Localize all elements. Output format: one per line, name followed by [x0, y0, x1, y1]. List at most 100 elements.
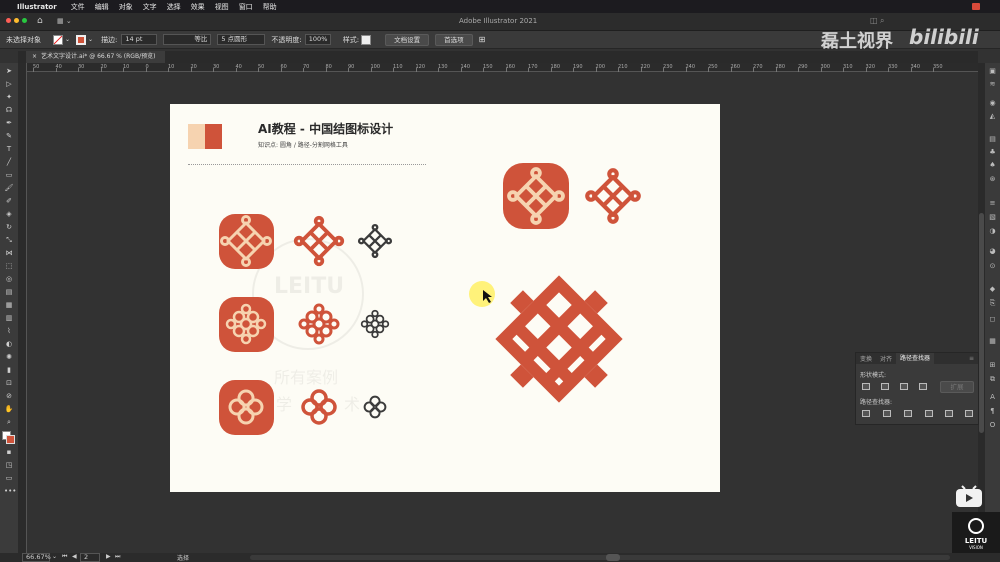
- canvas[interactable]: AI教程 - 中国结图标设计 知识点: 圆角 / 路径-分割网格工具 LEITU…: [28, 73, 978, 553]
- gradient-tool-icon[interactable]: ▥: [4, 314, 14, 323]
- pathfinder-icon[interactable]: ⧉: [988, 375, 997, 383]
- image-trace-icon[interactable]: ◕: [988, 247, 997, 255]
- layers-icon[interactable]: ≋: [988, 80, 997, 88]
- symbols-icon[interactable]: ♣: [988, 148, 997, 156]
- color-panel-icon[interactable]: ◉: [988, 99, 997, 107]
- menu-window[interactable]: 窗口: [239, 2, 253, 12]
- asset-export-icon[interactable]: ⊙: [988, 262, 997, 270]
- curvature-tool-icon[interactable]: ✎: [4, 132, 14, 141]
- hand-tool-icon[interactable]: ✋: [4, 405, 14, 414]
- mesh-tool-icon[interactable]: ▦: [4, 301, 14, 310]
- type-tool-icon[interactable]: T: [4, 145, 14, 154]
- first-artboard-icon[interactable]: ⏮: [62, 553, 67, 561]
- panel-menu-icon[interactable]: ≡: [965, 355, 978, 362]
- fill-swatch[interactable]: ⌄: [53, 34, 70, 46]
- artboard-number-field[interactable]: 2: [80, 553, 100, 562]
- width-tool-icon[interactable]: ⋈: [4, 249, 14, 258]
- screen-mode-icon[interactable]: ▭: [4, 474, 14, 483]
- links-icon[interactable]: ◻: [988, 315, 997, 323]
- window-minimize-button[interactable]: [14, 18, 19, 23]
- expand-button[interactable]: 扩展: [940, 381, 974, 393]
- opentype-icon[interactable]: O: [988, 421, 997, 429]
- appearance-icon[interactable]: ⊛: [988, 175, 997, 183]
- search-icon[interactable]: ⌕: [880, 16, 884, 26]
- minus-back-button[interactable]: [965, 410, 973, 417]
- shaper-tool-icon[interactable]: ✐: [4, 197, 14, 206]
- stroke-panel-icon[interactable]: ≡: [988, 199, 997, 207]
- scale-tool-icon[interactable]: ⤡: [4, 236, 14, 245]
- horizontal-scroll-thumb[interactable]: [606, 554, 620, 561]
- tab-pathfinder[interactable]: 路径查找器: [896, 353, 935, 364]
- graphic-styles-icon[interactable]: ♠: [988, 161, 997, 169]
- draw-mode-icon[interactable]: ◳: [4, 461, 14, 470]
- properties-panel-icon[interactable]: ▣: [988, 67, 997, 75]
- menu-help[interactable]: 帮助: [263, 2, 277, 12]
- opacity-field[interactable]: 100%: [304, 34, 331, 45]
- window-close-button[interactable]: [6, 18, 11, 23]
- stroke-color-icon[interactable]: [6, 435, 15, 444]
- minus-front-button[interactable]: [881, 383, 889, 390]
- zoom-tool-icon[interactable]: ⌕: [4, 418, 14, 427]
- character-icon[interactable]: A: [988, 393, 997, 401]
- slice-tool-icon[interactable]: ⊘: [4, 392, 14, 401]
- edit-toolbar-icon[interactable]: •••: [4, 487, 16, 496]
- blend-tool-icon[interactable]: ◐: [4, 340, 14, 349]
- close-tab-icon[interactable]: ×: [32, 53, 37, 60]
- libraries-icon[interactable]: ◆: [988, 285, 997, 293]
- brush-definition[interactable]: 5 点圆形: [217, 34, 266, 45]
- align-options-icon[interactable]: ⊞: [479, 34, 486, 46]
- stroke-swatch[interactable]: ⌄: [76, 34, 93, 46]
- direct-selection-tool-icon[interactable]: ▷: [4, 80, 14, 89]
- transform-icon[interactable]: ▦: [988, 337, 997, 345]
- exclude-button[interactable]: [919, 383, 927, 390]
- color-mode-icon[interactable]: ▪: [4, 448, 14, 457]
- artboard-tool-icon[interactable]: ⊡: [4, 379, 14, 388]
- vertical-scrollbar[interactable]: [978, 63, 985, 553]
- next-artboard-icon[interactable]: ▶: [106, 553, 111, 560]
- gradient-panel-icon[interactable]: ▧: [988, 213, 997, 221]
- column-graph-tool-icon[interactable]: ▮: [4, 366, 14, 375]
- intersect-button[interactable]: [900, 383, 908, 390]
- symbol-sprayer-tool-icon[interactable]: ✺: [4, 353, 14, 362]
- preferences-button[interactable]: 首选项: [435, 33, 473, 46]
- trim-button[interactable]: [883, 410, 891, 417]
- divide-button[interactable]: [862, 410, 870, 417]
- prev-artboard-icon[interactable]: ◀: [72, 553, 77, 560]
- align-icon[interactable]: ⊞: [988, 361, 997, 369]
- outline-button[interactable]: [945, 410, 953, 417]
- artboards-icon[interactable]: ⎘: [988, 299, 997, 307]
- lasso-tool-icon[interactable]: ☊: [4, 106, 14, 115]
- variable-width-profile[interactable]: 等比: [163, 34, 212, 45]
- line-tool-icon[interactable]: ╱: [4, 158, 14, 167]
- menu-file[interactable]: 文件: [71, 2, 85, 12]
- stroke-weight-field[interactable]: 14 pt: [121, 34, 158, 45]
- app-menu[interactable]: Illustrator: [17, 3, 57, 11]
- tab-transform[interactable]: 变换: [856, 354, 876, 363]
- window-zoom-button[interactable]: [22, 18, 27, 23]
- shape-builder-tool-icon[interactable]: ◎: [4, 275, 14, 284]
- last-artboard-icon[interactable]: ⏭: [115, 553, 120, 561]
- artboard[interactable]: AI教程 - 中国结图标设计 知识点: 圆角 / 路径-分割网格工具 LEITU…: [170, 104, 720, 492]
- graphic-style-swatch[interactable]: [361, 34, 372, 46]
- merge-button[interactable]: [904, 410, 912, 417]
- brushes-icon[interactable]: ▤: [988, 135, 997, 143]
- menu-select[interactable]: 选择: [167, 2, 181, 12]
- arrange-icon[interactable]: ◫: [870, 16, 878, 25]
- document-tab[interactable]: × 艺术文字设计.ai* @ 66.67 % (RGB/预览): [26, 51, 166, 63]
- transparency-icon[interactable]: ◑: [988, 227, 997, 235]
- paragraph-icon[interactable]: ¶: [988, 407, 997, 415]
- selection-tool-icon[interactable]: ➤: [4, 67, 14, 76]
- crop-button[interactable]: [925, 410, 933, 417]
- tab-align[interactable]: 对齐: [876, 354, 896, 363]
- unite-button[interactable]: [862, 383, 870, 390]
- menu-effect[interactable]: 效果: [191, 2, 205, 12]
- paintbrush-tool-icon[interactable]: 🖌: [4, 184, 14, 193]
- menu-object[interactable]: 对象: [119, 2, 133, 12]
- zoom-field[interactable]: 66.67%: [22, 553, 51, 562]
- home-icon[interactable]: ⌂: [37, 16, 43, 26]
- vertical-scroll-thumb[interactable]: [979, 213, 984, 433]
- free-transform-tool-icon[interactable]: ⬚: [4, 262, 14, 271]
- menu-type[interactable]: 文字: [143, 2, 157, 12]
- menu-view[interactable]: 视图: [215, 2, 229, 12]
- eraser-tool-icon[interactable]: ◈: [4, 210, 14, 219]
